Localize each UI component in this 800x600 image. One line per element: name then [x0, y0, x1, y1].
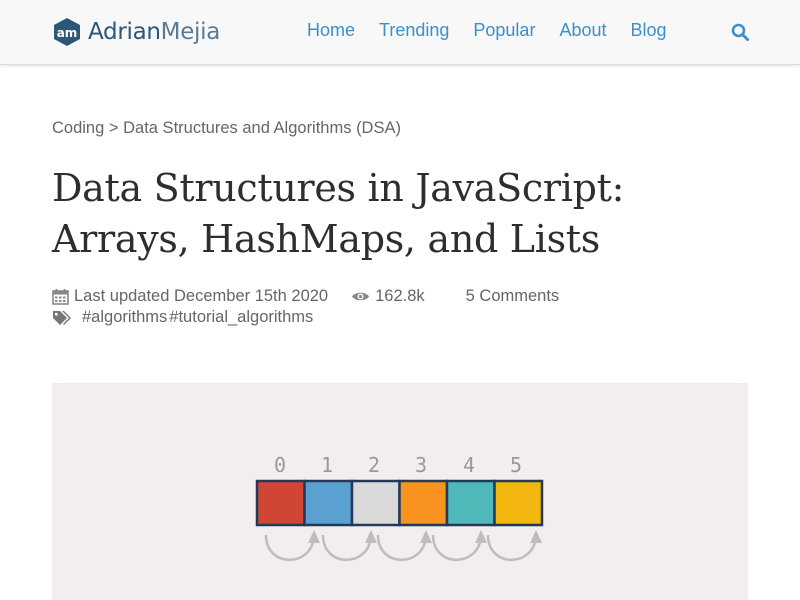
last-updated: Last updated December 15th 2020: [74, 287, 329, 305]
breadcrumb: Coding > Data Structures and Algorithms …: [52, 119, 401, 138]
page-title: Data Structures in JavaScript: Arrays, H…: [52, 163, 752, 265]
search-icon[interactable]: [731, 23, 749, 41]
arrowhead-1: [365, 530, 377, 543]
eye-icon: [352, 292, 370, 301]
array-index-1: 1: [321, 453, 333, 477]
svg-text:am: am: [57, 26, 78, 40]
breadcrumb-subcategory[interactable]: Data Structures and Algorithms (DSA): [123, 119, 401, 137]
main-nav: Home Trending Popular About Blog: [307, 19, 691, 41]
nav-about[interactable]: About: [559, 19, 606, 41]
logo-first-name: Adrian: [88, 19, 161, 45]
array-cell-2: [350, 479, 401, 527]
arrow-1: [321, 534, 373, 561]
views: 162.8k: [351, 287, 425, 306]
array-arrowheads: [308, 530, 542, 543]
arrow-2: [376, 534, 428, 561]
nav-blog[interactable]: Blog: [630, 19, 666, 41]
comments-link[interactable]: 5 Comments: [466, 287, 560, 306]
array-indices: 0 1 2 3 4 5: [274, 453, 522, 477]
arrowhead-3: [475, 530, 487, 543]
tag-tutorial-algorithms[interactable]: #tutorial_algorithms: [169, 308, 313, 327]
views-count: 162.8k: [375, 287, 425, 305]
array-illustration: 0 1 2 3 4 5: [255, 453, 544, 561]
array-cell-4: [445, 479, 496, 527]
array-arrows: [264, 534, 538, 561]
tag-algorithms[interactable]: #algorithms: [82, 308, 167, 327]
array-index-2: 2: [368, 453, 380, 477]
arrow-3: [431, 534, 483, 561]
array-cell-1: [303, 479, 354, 527]
array-index-0: 0: [274, 453, 286, 477]
array-index-5: 5: [510, 453, 522, 477]
page-title-line2: Arrays, HashMaps, and Lists: [52, 217, 600, 261]
tags-row: #algorithms #tutorial_algorithms: [52, 308, 315, 327]
logo-text: AdrianMejia: [88, 17, 220, 47]
array-cell-3: [398, 479, 449, 527]
logo-mark-icon: am: [54, 18, 80, 46]
array-index-4: 4: [463, 453, 475, 477]
arrow-4: [486, 534, 538, 561]
array-cells: [255, 479, 544, 527]
arrowhead-4: [530, 530, 542, 543]
hero-image: 0 1 2 3 4 5: [52, 383, 748, 600]
array-index-3: 3: [415, 453, 427, 477]
arrowhead-2: [420, 530, 432, 543]
nav-popular[interactable]: Popular: [473, 19, 535, 41]
logo-last-name: Mejia: [160, 19, 221, 45]
post-meta: Last updated December 15th 2020 162.8k 5…: [52, 287, 559, 306]
page-title-line1: Data Structures in JavaScript:: [52, 166, 625, 210]
site-logo[interactable]: am AdrianMejia: [52, 16, 220, 48]
arrowhead-0: [308, 530, 320, 543]
calendar-icon: [52, 289, 69, 305]
tags-icon: [53, 310, 71, 325]
array-cell-5: [493, 479, 544, 527]
site-header: am AdrianMejia Home Trending Popular Abo…: [0, 0, 800, 65]
nav-trending[interactable]: Trending: [379, 19, 449, 41]
breadcrumb-separator: >: [108, 119, 119, 137]
arrow-0: [264, 534, 316, 561]
array-cell-0: [255, 479, 306, 527]
nav-home[interactable]: Home: [307, 19, 355, 41]
breadcrumb-category[interactable]: Coding: [52, 119, 104, 137]
